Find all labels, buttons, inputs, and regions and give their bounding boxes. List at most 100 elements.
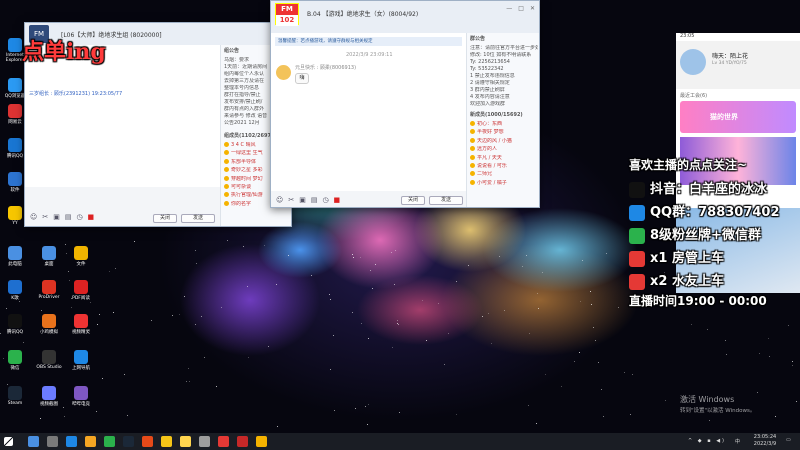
send-button[interactable]: 发送: [429, 196, 463, 205]
desktop-icon[interactable]: 哔哔电竞: [68, 386, 94, 407]
star: [216, 385, 218, 387]
desktop-icon[interactable]: 此电脑: [2, 246, 28, 267]
message-sender: 元旦快乐 : 顾柔(8006913): [295, 65, 357, 71]
chat-window-middle[interactable]: FM 102 B.04 【游戏】绝地求生（女）(8004/92) — □ ✕ 温…: [270, 0, 540, 208]
taskbar-app-icon[interactable]: [256, 436, 267, 447]
send-button[interactable]: 发送: [181, 214, 215, 223]
windows-start-icon[interactable]: [4, 437, 13, 446]
close-button[interactable]: 关闭: [401, 196, 425, 205]
desktop-icon[interactable]: OBS Studio: [36, 350, 62, 370]
desktop-icon[interactable]: 微信: [2, 350, 28, 371]
taskbar-app-icon[interactable]: [161, 436, 172, 447]
profile-card: 嗨天：陌上花 Lv 34 YD/YO/75: [676, 41, 800, 89]
desktop-icon-label: ProDriver: [38, 295, 60, 300]
star: [68, 270, 70, 272]
tray-icons: ^ ◆ ▪ ◀): [688, 438, 726, 444]
star: [491, 342, 493, 344]
star: [536, 422, 538, 424]
emoji-icon[interactable]: ☺: [276, 196, 283, 204]
member-item[interactable]: 半夜好 梦想: [470, 129, 538, 137]
taskbar-app-icon[interactable]: [237, 436, 248, 447]
star: [113, 311, 115, 313]
star: [277, 425, 279, 427]
app-icon: [8, 246, 22, 260]
window-controls: — □ ✕: [506, 5, 535, 12]
star: [455, 280, 457, 282]
star: [71, 307, 73, 308]
desktop-icon[interactable]: 腾讯QQ: [2, 314, 28, 335]
star: [664, 400, 666, 402]
desktop-icon-label: 视频精灵: [72, 330, 90, 335]
taskbar-app-icon[interactable]: [28, 436, 39, 447]
close-button[interactable]: 关闭: [153, 214, 177, 223]
input-language[interactable]: 中: [735, 438, 740, 445]
clock[interactable]: 23:05:24 2022/3/9: [750, 434, 780, 448]
minimize-icon[interactable]: —: [506, 5, 512, 12]
star: [133, 240, 135, 242]
window-titlebar[interactable]: FM 102 B.04 【游戏】绝地求生（女）(8004/92) — □ ✕: [271, 1, 539, 33]
star: [151, 319, 153, 321]
close-icon[interactable]: ✕: [530, 5, 535, 12]
taskbar-app-icon[interactable]: [123, 436, 134, 447]
app-icon: [8, 314, 22, 328]
app-icon: [42, 314, 56, 328]
member-item[interactable]: 说说看 / 可乐: [470, 162, 538, 171]
image-icon[interactable]: ▣: [53, 213, 60, 221]
notification-icon[interactable]: ▭: [786, 437, 791, 443]
app-icon: [42, 280, 56, 294]
chat-history[interactable]: 三岁组长 : 顾乐(2391231) 19:23:05/77: [25, 45, 220, 187]
star: [65, 243, 67, 245]
history-icon[interactable]: ◷: [322, 196, 328, 204]
member-list[interactable]: 初心：东西 半夜好 梦想 天边的风 / 小猫 远方的人 平凡 / 天天 说说看 / 可乐二…: [470, 121, 538, 188]
file-icon[interactable]: ▤: [311, 196, 318, 204]
star: [795, 401, 797, 403]
desktop-icon[interactable]: 文件: [68, 246, 94, 267]
desktop-icon[interactable]: Steam: [2, 386, 28, 406]
desktop-icon-label: K歌: [11, 296, 19, 301]
taskbar-app-icon[interactable]: [142, 436, 153, 447]
desktop-icon[interactable]: 小鸡模拟: [36, 314, 62, 335]
member-item[interactable]: 远方的人: [470, 146, 538, 154]
scissors-icon[interactable]: ✂: [42, 213, 48, 221]
taskbar-app-icon[interactable]: [66, 436, 77, 447]
star: [311, 274, 313, 276]
history-icon[interactable]: ◷: [76, 213, 82, 221]
star: [399, 412, 401, 414]
taskbar-app-icon[interactable]: [104, 436, 115, 447]
chat-history[interactable]: 温馨提醒：若点播游戏，请遵守群规与相关规定 2022/3/9 23:09:11 …: [271, 33, 466, 191]
desktop-icon[interactable]: ProDriver: [36, 280, 62, 300]
gift-icon[interactable]: ■: [334, 196, 341, 204]
desktop-icon[interactable]: 视频截图: [36, 386, 62, 407]
member-badge-icon: [224, 158, 229, 164]
star: [368, 404, 370, 406]
announcement-panel: 群公告 注意：请前往官方平台进一步处理 修改: 10位 如有不明请联系 Ty: 22…: [466, 33, 539, 207]
desktop-icon[interactable]: PDF阅读: [68, 280, 94, 301]
star: [178, 314, 180, 316]
star: [545, 374, 547, 376]
member-item[interactable]: 初心：东西: [470, 121, 538, 129]
member-item[interactable]: 小可爱 / 橘子: [470, 179, 538, 188]
taskbar-app-icon[interactable]: [218, 436, 229, 447]
file-icon[interactable]: ▤: [65, 213, 72, 221]
taskbar-app-icon[interactable]: [47, 436, 58, 447]
maximize-icon[interactable]: □: [518, 5, 524, 12]
scissors-icon[interactable]: ✂: [288, 196, 294, 204]
member-item[interactable]: 二师兄: [470, 171, 538, 179]
desktop-icon[interactable]: 上网导航: [68, 350, 94, 371]
taskbar-app-icon[interactable]: [199, 436, 210, 447]
desktop-icon[interactable]: K歌: [2, 280, 28, 301]
chat-toolbar: ☺ ✂ ▣ ▤ ◷ ■: [276, 196, 340, 204]
desktop-icon[interactable]: 视频精灵: [68, 314, 94, 335]
taskbar-app-icon[interactable]: [85, 436, 96, 447]
taskbar-app-icon[interactable]: [180, 436, 191, 447]
desktop-icon-label: 此电脑: [8, 262, 22, 267]
star: [127, 414, 129, 416]
star: [194, 249, 196, 251]
member-item[interactable]: 平凡 / 天天: [470, 154, 538, 163]
star: [370, 269, 372, 271]
image-icon[interactable]: ▣: [299, 196, 306, 204]
member-item[interactable]: 天边的风 / 小猫: [470, 137, 538, 146]
gift-icon[interactable]: ■: [88, 213, 95, 221]
emoji-icon[interactable]: ☺: [30, 213, 37, 221]
desktop-icon[interactable]: 桌面: [36, 246, 62, 267]
